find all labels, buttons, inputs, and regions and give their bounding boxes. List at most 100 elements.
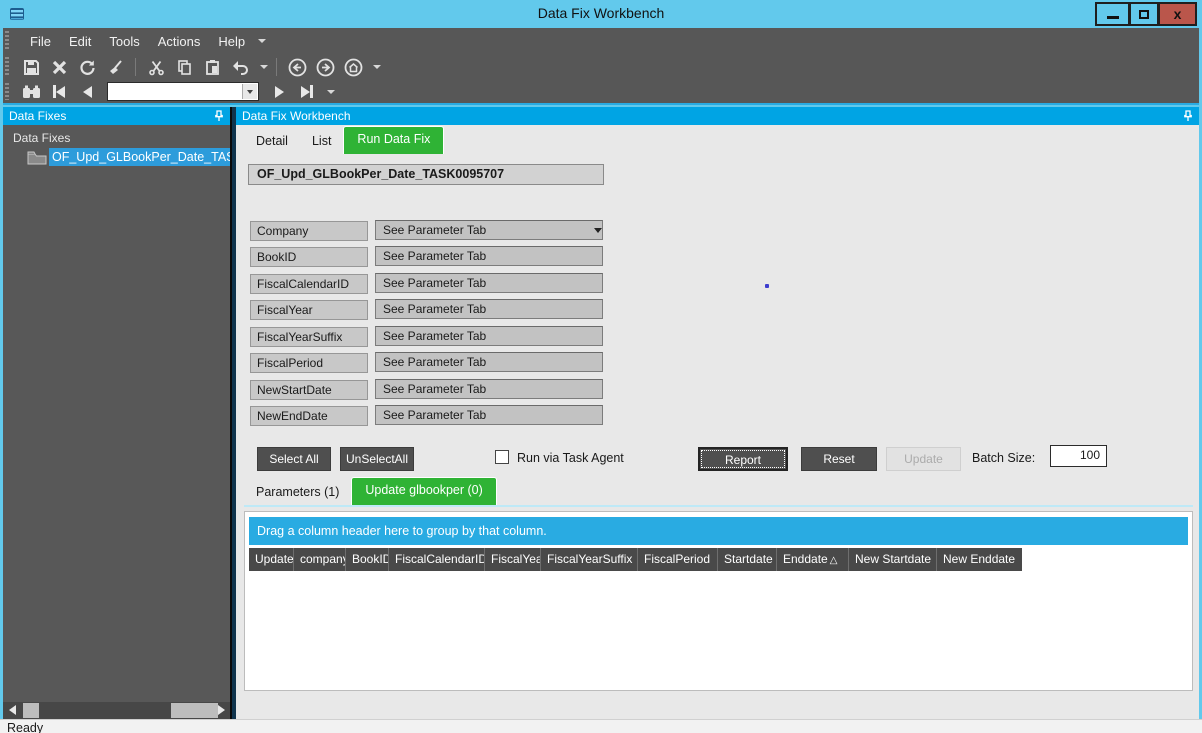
- tree-root-node[interactable]: Data Fixes: [3, 129, 230, 147]
- param-label-fiscalperiod: FiscalPeriod: [250, 353, 368, 373]
- pin-icon[interactable]: [1183, 110, 1193, 122]
- report-button[interactable]: Report: [698, 447, 788, 471]
- reset-button[interactable]: Reset: [801, 447, 877, 471]
- param-value-fiscalperiod[interactable]: See Parameter Tab: [375, 352, 603, 372]
- nav-group-overflow-icon[interactable]: [373, 65, 381, 69]
- edit-group-overflow-icon[interactable]: [260, 65, 268, 69]
- last-record-icon: [310, 85, 313, 98]
- column-header-startdate[interactable]: Startdate: [718, 548, 777, 571]
- update-button[interactable]: Update: [886, 447, 961, 471]
- tab-list[interactable]: List: [300, 130, 343, 154]
- param-value-fiscalyearsuffix[interactable]: See Parameter Tab: [375, 326, 603, 346]
- first-record-icon: [56, 85, 65, 98]
- toolbar-main: [3, 54, 1199, 80]
- scroll-left-icon[interactable]: [9, 705, 16, 715]
- paste-icon: [205, 59, 219, 75]
- menu-bar: File Edit Tools Actions Help: [3, 28, 1199, 54]
- param-value-company[interactable]: See Parameter Tab: [375, 220, 603, 240]
- toolbar2-grip[interactable]: [5, 83, 9, 100]
- maximize-button[interactable]: [1129, 2, 1159, 26]
- chevron-down-icon[interactable]: [594, 228, 602, 233]
- param-value-newstartdate[interactable]: See Parameter Tab: [375, 379, 603, 399]
- menu-help[interactable]: Help: [209, 34, 254, 49]
- param-value-fiscalyear[interactable]: See Parameter Tab: [375, 299, 603, 319]
- column-header-fiscalyearsuffix[interactable]: FiscalYearSuffix: [541, 548, 638, 571]
- select-all-button[interactable]: Select All: [257, 447, 331, 471]
- datafix-name-field[interactable]: OF_Upd_GLBookPer_Date_TASK0095707: [248, 164, 604, 185]
- menu-edit[interactable]: Edit: [60, 34, 100, 49]
- stray-caret-dot: [765, 284, 769, 288]
- group-by-drop-zone: Drag a column header here to group by th…: [249, 517, 1188, 545]
- data-fixes-panel: Data Fixes Data Fixes OF_Upd_GLBookPer_D…: [3, 107, 230, 719]
- clear-button[interactable]: [103, 56, 127, 78]
- tab-update-glbookper[interactable]: Update glbookper (0): [351, 477, 497, 505]
- column-header-update[interactable]: Update: [249, 548, 294, 571]
- workbench-panel-header: Data Fix Workbench: [236, 107, 1199, 125]
- column-header-company[interactable]: company: [294, 548, 346, 571]
- scissors-icon: [148, 60, 164, 75]
- param-label-company: Company: [250, 221, 368, 241]
- scrollbar-thumb[interactable]: [23, 703, 39, 718]
- tab-parameters[interactable]: Parameters (1): [244, 481, 351, 505]
- navigate-back-button[interactable]: [285, 56, 309, 78]
- copy-button[interactable]: [172, 56, 196, 78]
- home-button[interactable]: [341, 56, 365, 78]
- column-header-fiscalyear[interactable]: FiscalYear: [485, 548, 541, 571]
- refresh-button[interactable]: [75, 56, 99, 78]
- column-header-bookid[interactable]: BookID: [346, 548, 389, 571]
- delete-icon: [52, 60, 66, 74]
- workbench-panel: Data Fix Workbench Detail List Run Data …: [236, 107, 1199, 719]
- tab-detail[interactable]: Detail: [244, 130, 300, 154]
- navigate-forward-button[interactable]: [313, 56, 337, 78]
- scrollbar-thumb-secondary[interactable]: [171, 703, 218, 718]
- status-bar: Ready: [0, 719, 1202, 733]
- tab-run-data-fix[interactable]: Run Data Fix: [343, 126, 445, 154]
- close-button[interactable]: x: [1158, 2, 1197, 26]
- last-record-button[interactable]: [295, 81, 319, 103]
- param-label-newenddate: NewEndDate: [250, 406, 368, 426]
- cut-button[interactable]: [144, 56, 168, 78]
- column-header-fiscalperiod[interactable]: FiscalPeriod: [638, 548, 718, 571]
- tree-item-row[interactable]: OF_Upd_GLBookPer_Date_TASK0: [3, 148, 230, 166]
- undo-icon: [233, 60, 248, 75]
- param-value-newenddate[interactable]: See Parameter Tab: [375, 405, 603, 425]
- find-button[interactable]: [19, 81, 43, 103]
- column-header-fiscalcalendarid[interactable]: FiscalCalendarID: [389, 548, 485, 571]
- menubar-grip[interactable]: [5, 31, 9, 51]
- close-icon: x: [1173, 6, 1182, 22]
- tree-item-selected[interactable]: OF_Upd_GLBookPer_Date_TASK0: [49, 148, 230, 166]
- delete-button[interactable]: [47, 56, 71, 78]
- toolbar1-grip[interactable]: [5, 57, 9, 77]
- first-record-button[interactable]: [47, 81, 71, 103]
- sort-ascending-icon: △: [829, 555, 838, 566]
- results-grid: Drag a column header here to group by th…: [244, 511, 1193, 691]
- menu-file[interactable]: File: [21, 34, 60, 49]
- batch-size-input[interactable]: 100: [1050, 445, 1107, 467]
- scroll-right-icon[interactable]: [218, 705, 225, 715]
- next-record-button[interactable]: [267, 81, 291, 103]
- previous-record-button[interactable]: [75, 81, 99, 103]
- pin-icon[interactable]: [214, 110, 224, 122]
- paste-button[interactable]: [200, 56, 224, 78]
- param-value-fiscalcalendarid[interactable]: See Parameter Tab: [375, 273, 603, 293]
- grid-body-empty[interactable]: [249, 571, 1188, 686]
- menu-overflow-icon[interactable]: [258, 39, 267, 43]
- unselect-all-button[interactable]: UnSelectAll: [340, 447, 414, 471]
- binoculars-icon: [22, 85, 40, 98]
- column-header-enddate[interactable]: Enddate △: [777, 548, 849, 571]
- minimize-button[interactable]: [1095, 2, 1130, 26]
- save-button[interactable]: [19, 56, 43, 78]
- record-search-combobox[interactable]: [107, 82, 259, 101]
- undo-button[interactable]: [228, 56, 252, 78]
- column-header-new-startdate[interactable]: New Startdate: [849, 548, 937, 571]
- search-group-overflow-icon[interactable]: [327, 89, 335, 94]
- sub-tab-strip: Parameters (1) Update glbookper (0): [244, 477, 497, 505]
- column-header-new-enddate[interactable]: New Enddate: [937, 548, 1022, 571]
- param-label-bookid: BookID: [250, 247, 368, 267]
- param-value-bookid[interactable]: See Parameter Tab: [375, 246, 603, 266]
- tree-horizontal-scrollbar[interactable]: [3, 702, 230, 719]
- menu-actions[interactable]: Actions: [149, 34, 210, 49]
- menu-tools[interactable]: Tools: [100, 34, 148, 49]
- run-via-task-agent-checkbox[interactable]: [495, 450, 509, 464]
- combobox-dropdown-button[interactable]: [242, 84, 257, 99]
